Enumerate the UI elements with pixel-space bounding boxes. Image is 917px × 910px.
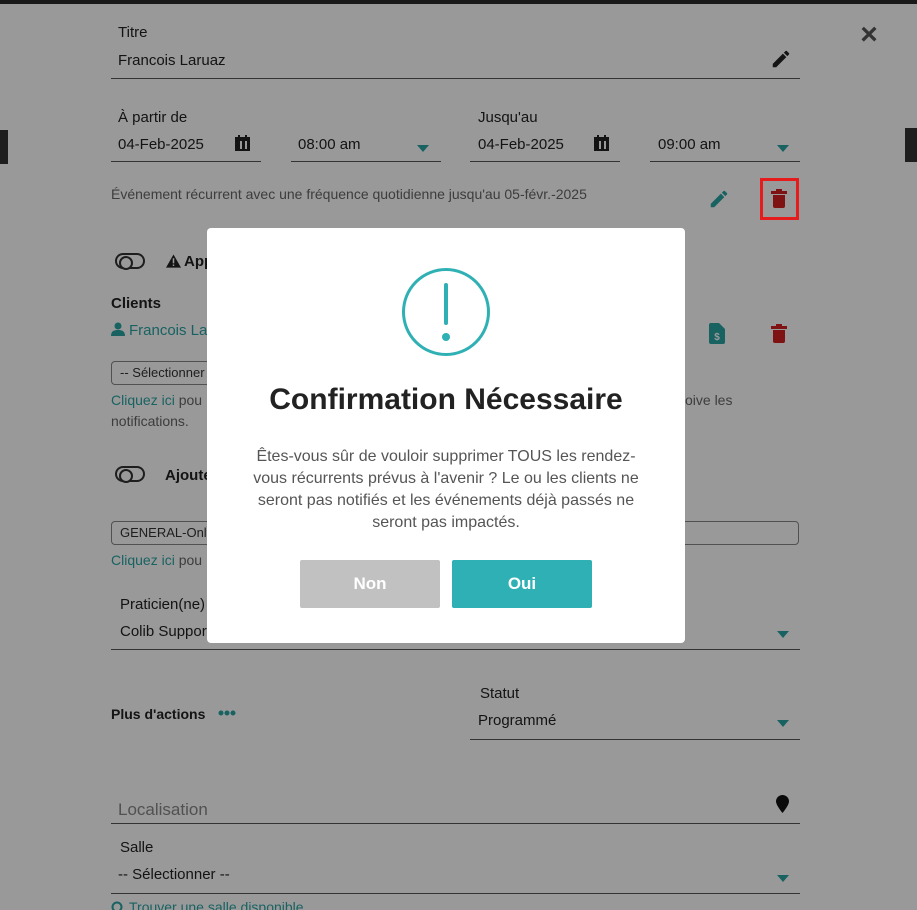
- confirmation-dialog: Confirmation Nécessaire Êtes-vous sûr de…: [207, 228, 685, 643]
- exclamation-circle-icon: [402, 268, 490, 356]
- dialog-message: Êtes-vous sûr de vouloir supprimer TOUS …: [253, 448, 639, 531]
- cancel-button[interactable]: Non: [300, 560, 440, 608]
- confirm-button[interactable]: Oui: [452, 560, 592, 608]
- dialog-title: Confirmation Nécessaire: [269, 383, 623, 416]
- delete-highlight-box: [760, 178, 799, 220]
